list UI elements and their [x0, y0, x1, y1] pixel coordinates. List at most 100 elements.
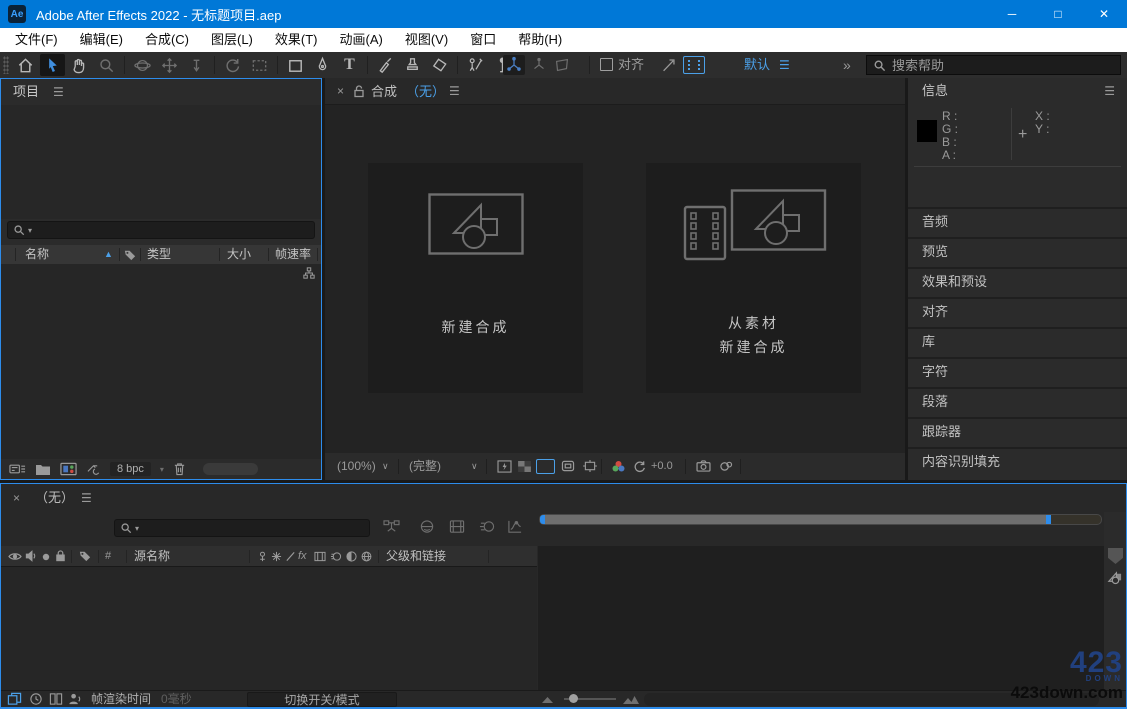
in-out-columns-icon[interactable]: [49, 692, 63, 706]
menu-composition[interactable]: 合成(C): [134, 28, 200, 52]
shy-layers-icon[interactable]: [419, 519, 435, 534]
view-axis-mode-button[interactable]: [553, 56, 571, 74]
minimize-button[interactable]: ─: [989, 0, 1035, 28]
panel-tab-effects-presets[interactable]: 效果和预设: [908, 267, 1127, 295]
workspace-menu-icon[interactable]: ☰: [779, 52, 790, 78]
zoom-in-mountains-icon[interactable]: [623, 695, 639, 705]
frame-blending-icon[interactable]: [449, 519, 465, 534]
menu-file[interactable]: 文件(F): [4, 28, 69, 52]
parent-link-column[interactable]: 父级和链接: [386, 546, 446, 567]
brush-tool[interactable]: [373, 54, 398, 76]
solo-icon[interactable]: [42, 553, 50, 561]
world-axis-mode-button[interactable]: [530, 56, 548, 74]
label-column-icon[interactable]: [79, 550, 91, 562]
pen-tool[interactable]: [310, 54, 335, 76]
composition-tab-suffix[interactable]: （无）: [406, 78, 445, 105]
menu-layer[interactable]: 图层(L): [200, 28, 264, 52]
scrollbar-thumb[interactable]: [1108, 548, 1123, 564]
timeline-tab-label[interactable]: （无）: [35, 484, 74, 512]
menu-edit[interactable]: 编辑(E): [69, 28, 134, 52]
tab-close-icon[interactable]: ×: [337, 78, 344, 105]
panel-tab-audio[interactable]: 音频: [908, 207, 1127, 235]
label-color-column-icon[interactable]: [124, 249, 136, 261]
navigator-end-handle[interactable]: [1046, 515, 1051, 524]
channel-wheel-icon[interactable]: [611, 460, 626, 473]
camera-roi-tool[interactable]: [247, 54, 272, 76]
close-button[interactable]: ✕: [1081, 0, 1127, 28]
panel-tab-preview[interactable]: 预览: [908, 237, 1127, 265]
snap-checkbox[interactable]: [600, 58, 613, 71]
resolution-dropdown-icon[interactable]: ∨: [471, 453, 478, 480]
selection-tool[interactable]: [40, 54, 65, 76]
motion-blur-icon[interactable]: [479, 519, 495, 534]
rotate-tool[interactable]: [220, 54, 245, 76]
magnification-dropdown-icon[interactable]: ∨: [382, 453, 389, 480]
show-snapshot-icon[interactable]: [719, 460, 733, 472]
audio-person-icon[interactable]: [68, 692, 82, 706]
interpret-footage-icon[interactable]: [60, 462, 77, 476]
mask-visibility-icon[interactable]: [561, 460, 575, 472]
menu-view[interactable]: 视图(V): [394, 28, 459, 52]
timeline-layer-list-area[interactable]: [1, 567, 537, 690]
lock-column-icon[interactable]: [55, 550, 66, 562]
snapshot-camera-icon[interactable]: [696, 460, 711, 472]
orbit-camera-tool[interactable]: [130, 54, 155, 76]
flowchart-icon[interactable]: [303, 267, 315, 279]
roto-brush-tool[interactable]: [463, 54, 488, 76]
panel-tab-libraries[interactable]: 库: [908, 327, 1127, 355]
home-tool[interactable]: [13, 54, 38, 76]
index-column-label[interactable]: #: [105, 546, 111, 567]
proxy-icon[interactable]: [86, 463, 101, 476]
eraser-tool[interactable]: [427, 54, 452, 76]
fast-previews-icon[interactable]: [497, 460, 512, 473]
render-flow-icon[interactable]: [29, 692, 43, 706]
crop-region-icon[interactable]: [583, 460, 597, 472]
exposure-reset-icon[interactable]: [633, 460, 646, 473]
audio-speaker-icon[interactable]: [25, 550, 37, 562]
comp-marker-bin-icon[interactable]: [1107, 570, 1123, 585]
capture-region-button[interactable]: [683, 56, 705, 74]
maximize-button[interactable]: □: [1035, 0, 1081, 28]
new-folder-icon[interactable]: [35, 463, 51, 476]
hand-tool[interactable]: [67, 54, 92, 76]
region-of-interest-button[interactable]: [536, 459, 555, 474]
toggle-switches-modes-button[interactable]: 切换开关/模式: [247, 692, 397, 707]
project-panel-menu-icon[interactable]: ☰: [53, 79, 64, 105]
timeline-zoom-slider-knob[interactable]: [569, 694, 578, 703]
resolution-dropdown[interactable]: (完整): [409, 453, 441, 480]
column-name[interactable]: 名称: [25, 245, 49, 264]
composition-button-active-icon[interactable]: [7, 692, 22, 706]
dolly-camera-tool[interactable]: [184, 54, 209, 76]
panel-tab-content-aware-fill[interactable]: 内容识别填充: [908, 447, 1127, 475]
time-navigator[interactable]: [539, 514, 1102, 525]
footer-scrollbar-thumb[interactable]: [203, 463, 258, 475]
panel-tab-align[interactable]: 对齐: [908, 297, 1127, 325]
menu-window[interactable]: 窗口: [459, 28, 507, 52]
menu-effect[interactable]: 效果(T): [264, 28, 329, 52]
composition-mini-flowchart-icon[interactable]: [383, 519, 400, 534]
transparency-grid-icon[interactable]: [518, 461, 531, 472]
bit-depth-button[interactable]: 8 bpc: [110, 462, 151, 476]
new-composition-tile[interactable]: 新建合成: [368, 163, 583, 393]
new-composition-from-footage-tile[interactable]: 从素材 新建合成: [646, 163, 861, 393]
workspace-label[interactable]: 默认: [744, 52, 770, 78]
project-item-list[interactable]: [1, 264, 321, 459]
panel-tab-paragraph[interactable]: 段落: [908, 387, 1127, 415]
zoom-out-mountain-icon[interactable]: [542, 696, 553, 704]
project-search-box[interactable]: ▾: [7, 221, 315, 239]
video-eye-icon[interactable]: [8, 551, 22, 562]
info-panel-menu-icon[interactable]: ☰: [1104, 78, 1115, 104]
toolbar-drag-handle[interactable]: [3, 56, 9, 74]
column-size[interactable]: 大小: [227, 245, 251, 264]
rectangle-tool[interactable]: [283, 54, 308, 76]
mask-shape-icon[interactable]: [660, 56, 678, 74]
navigator-bar[interactable]: [545, 515, 1046, 524]
graph-editor-icon[interactable]: [507, 519, 523, 534]
list-view-icon[interactable]: [9, 462, 26, 476]
panel-tab-character[interactable]: 字符: [908, 357, 1127, 385]
local-axis-mode-button[interactable]: [503, 55, 525, 75]
timeline-panel-menu-icon[interactable]: ☰: [81, 484, 92, 512]
timeline-tab-close-icon[interactable]: ×: [13, 484, 20, 512]
composition-panel-menu-icon[interactable]: ☰: [449, 78, 460, 105]
zoom-tool[interactable]: [94, 54, 119, 76]
